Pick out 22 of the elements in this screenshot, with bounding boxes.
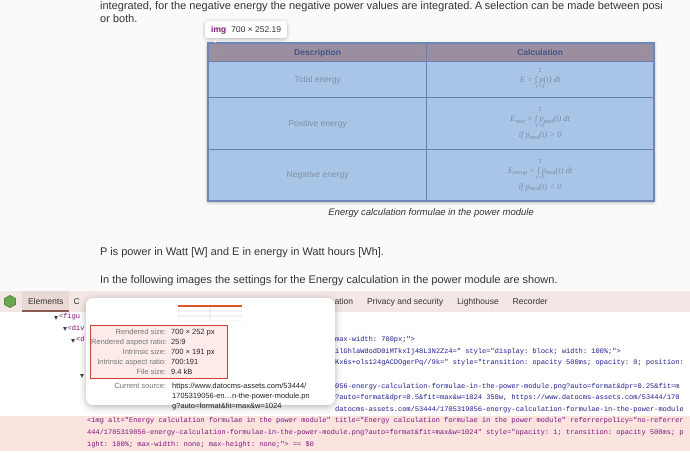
expand-arrow-icon[interactable] xyxy=(54,316,58,320)
element-tooltip: img 700 × 252.19 xyxy=(205,21,287,38)
table-cell: Total energy xyxy=(208,61,427,97)
devtools-tab[interactable]: Recorder xyxy=(506,291,555,312)
paragraph-text: P is power in Watt [W] and E in energy in Watt hours [Wh]. xyxy=(100,245,385,260)
image-thumbnail xyxy=(178,305,242,321)
devtools-tab[interactable]: Elements xyxy=(22,291,70,312)
table-cell: Negative energy xyxy=(208,149,427,201)
table-header-cell: Description xyxy=(208,43,427,61)
paragraph-text: integrated, for the negative energy the negative power values are integrated. A selection can be made between posi xyxy=(100,0,664,12)
devtools-tab[interactable]: ation xyxy=(328,291,360,312)
figure-caption: Energy calculation formulae in the power module xyxy=(327,206,535,220)
expand-arrow-icon[interactable] xyxy=(62,327,66,332)
table-cell: Positive energy xyxy=(208,97,427,149)
devtools-tab[interactable]: Privacy and security xyxy=(360,291,450,312)
devtools-tab[interactable]: Lighthouse xyxy=(450,291,506,312)
paragraph-text: or both. xyxy=(100,12,138,25)
expand-arrow-icon[interactable] xyxy=(71,338,75,343)
paragraph-text: In the following images the settings for the Energy calculation in the power module are shown. xyxy=(100,273,558,288)
table-header-cell: Calculation xyxy=(426,43,654,61)
devtools-tab[interactable]: C xyxy=(69,291,84,312)
hexagon-icon[interactable] xyxy=(4,295,16,308)
